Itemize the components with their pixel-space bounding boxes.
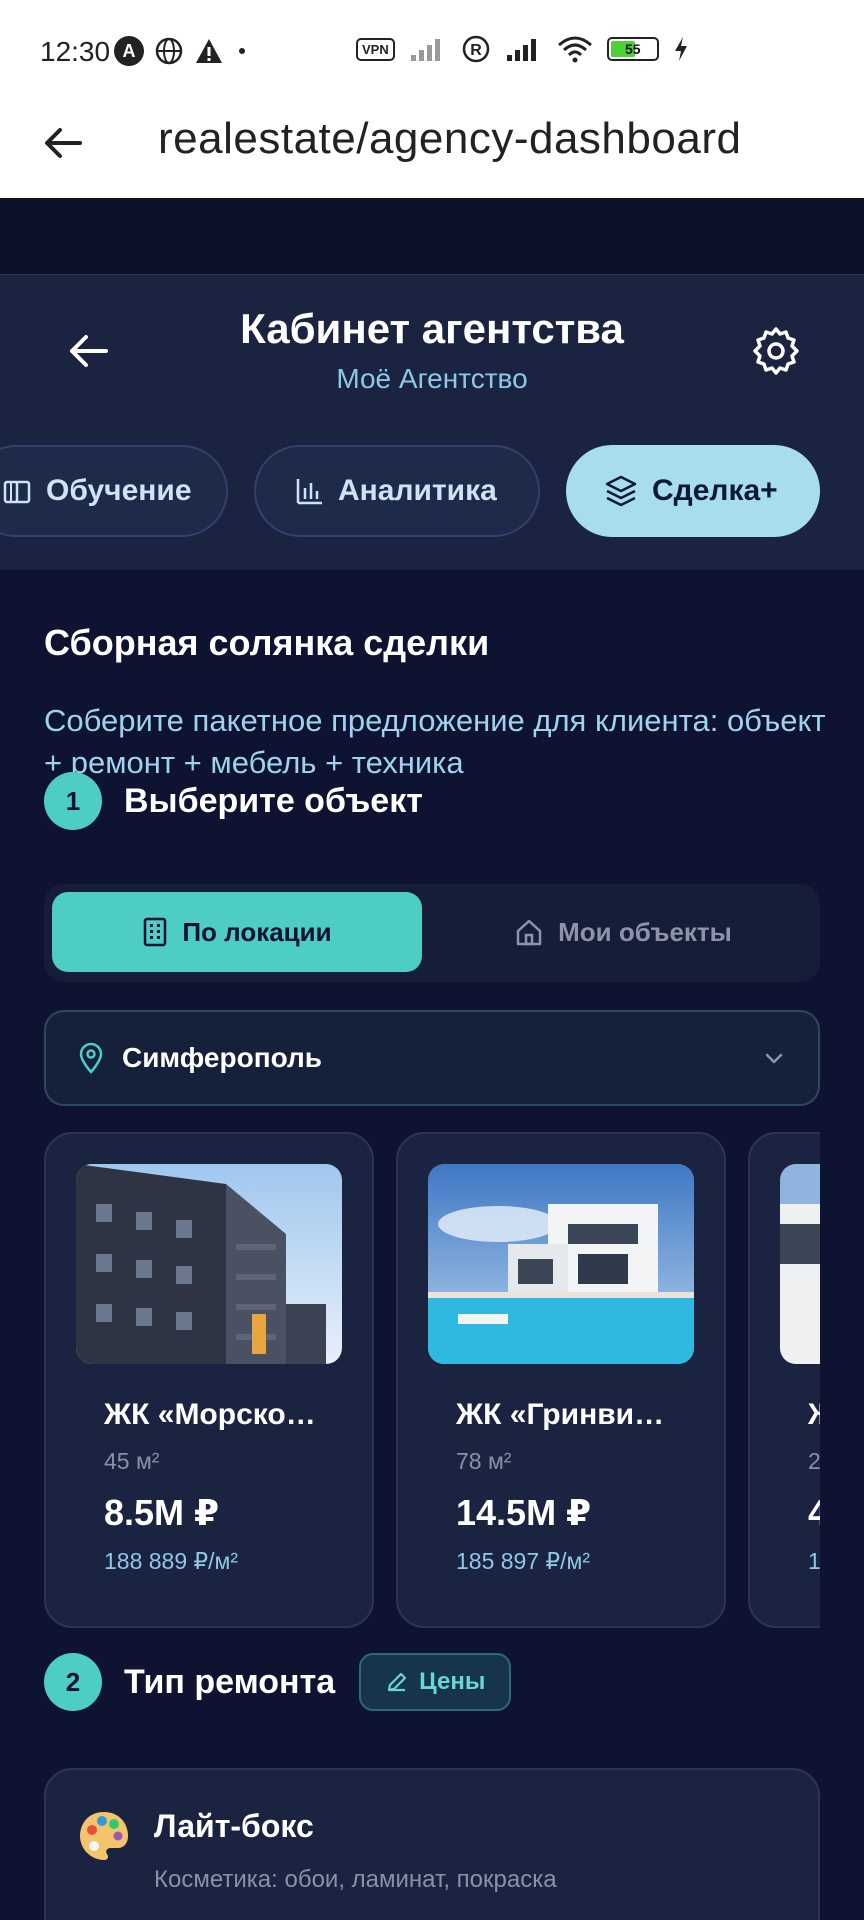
repair-option-card[interactable]: Лайт-бокс Косметика: обои, ламинат, покр…: [44, 1768, 820, 1920]
property-name: Ж: [808, 1398, 820, 1432]
property-price: 4: [808, 1492, 820, 1533]
property-name: ЖК «Гринви…: [456, 1398, 665, 1431]
app-top-strip: [0, 198, 864, 274]
segment-by-location[interactable]: По локации: [52, 892, 422, 972]
home-icon: [516, 919, 542, 946]
step-label: Тип ремонта: [124, 1662, 336, 1701]
registered-icon: R: [462, 35, 489, 63]
step-number: 1: [44, 772, 102, 830]
signal-icon: [506, 39, 536, 61]
step-2-header: 2 Тип ремонта Цены: [44, 1653, 512, 1711]
property-price-per-m2: 188 889 ₽/м²: [104, 1548, 239, 1574]
property-card[interactable]: ЖК «Морско… 45 м² 8.5M ₽ 188 889 ₽/м²: [44, 1132, 374, 1628]
dot-icon: [239, 48, 245, 54]
property-photo: [780, 1164, 820, 1364]
tab-learning[interactable]: Обучение: [0, 445, 228, 537]
main-content: Сборная солянка сделки Соберите пакетное…: [0, 570, 864, 1920]
property-price-per-m2: 1: [808, 1548, 820, 1574]
tab-label: Аналитика: [338, 474, 497, 507]
palette-icon: [80, 1812, 128, 1860]
property-carousel[interactable]: ЖК «Морско… 45 м² 8.5M ₽ 188 889 ₽/м² ЖК…: [44, 1132, 820, 1632]
tab-label: Сделка+: [652, 474, 778, 507]
property-card[interactable]: Ж 2 4 1: [748, 1132, 820, 1628]
signal-icon: [410, 39, 440, 61]
step-label: Выберите объект: [124, 781, 423, 820]
location-select[interactable]: Симферополь: [44, 1010, 820, 1106]
layers-icon: [605, 475, 637, 507]
browser-bar: realestate/agency-dashboard: [0, 100, 864, 198]
battery-level: 55: [624, 41, 641, 57]
property-area: 78 м²: [456, 1448, 512, 1474]
a-icon: A: [114, 36, 144, 66]
svg-text:R: R: [470, 42, 482, 59]
browser-title: realestate/agency-dashboard: [158, 114, 742, 163]
battery-icon: 55: [606, 37, 659, 61]
pencil-icon: [388, 1672, 407, 1692]
repair-option-title: Лайт-бокс: [154, 1808, 314, 1844]
step-number: 2: [44, 1653, 102, 1711]
tab-label: Обучение: [46, 474, 192, 507]
property-card[interactable]: ЖК «Гринви… 78 м² 14.5M ₽ 185 897 ₽/м²: [396, 1132, 726, 1628]
warning-icon: [196, 39, 222, 63]
page-subtitle: Моё Агентство: [336, 363, 528, 394]
chevron-down-icon: [765, 1053, 783, 1064]
tab-deal-plus[interactable]: Сделка+: [566, 445, 820, 537]
property-photo: [76, 1164, 342, 1364]
step-1-header: 1 Выберите объект: [44, 772, 423, 830]
app-header: Кабинет агентства Моё Агентство Обучение…: [0, 274, 864, 570]
property-photo: [428, 1164, 694, 1364]
vpn-icon: VPN: [356, 37, 395, 61]
charging-icon: [674, 37, 687, 61]
property-name: ЖК «Морско…: [104, 1398, 316, 1431]
globe-icon: [155, 37, 183, 65]
status-bar: 12:30 A VPN R 55: [0, 0, 864, 100]
building-icon: [144, 917, 167, 947]
location-pin-icon: [79, 1042, 103, 1074]
object-source-toggle: По локации Мои объекты: [44, 884, 820, 982]
section-title: Сборная солянка сделки: [44, 622, 490, 663]
location-value: Симферополь: [122, 1042, 323, 1073]
repair-option-description: Косметика: обои, ламинат, покраска: [154, 1866, 557, 1893]
prices-button-label: Цены: [419, 1668, 486, 1695]
gear-icon[interactable]: [750, 325, 802, 377]
property-price-per-m2: 185 897 ₽/м²: [456, 1548, 591, 1574]
property-area: 2: [808, 1448, 820, 1474]
page-title: Кабинет агентства: [240, 305, 624, 352]
book-icon: [3, 480, 31, 504]
segment-my-objects[interactable]: Мои объекты: [434, 892, 812, 972]
property-price: 8.5M ₽: [104, 1492, 220, 1533]
back-arrow-icon[interactable]: [40, 120, 86, 166]
segment-label: Мои объекты: [558, 916, 732, 947]
bar-chart-icon: [296, 479, 322, 505]
prices-button[interactable]: Цены: [359, 1653, 512, 1711]
property-price: 14.5M ₽: [456, 1492, 592, 1533]
wifi-icon: [557, 36, 592, 63]
status-time: 12:30: [40, 36, 111, 67]
tab-analytics[interactable]: Аналитика: [254, 445, 540, 537]
segment-label: По локации: [182, 916, 332, 947]
property-area: 45 м²: [104, 1448, 160, 1474]
